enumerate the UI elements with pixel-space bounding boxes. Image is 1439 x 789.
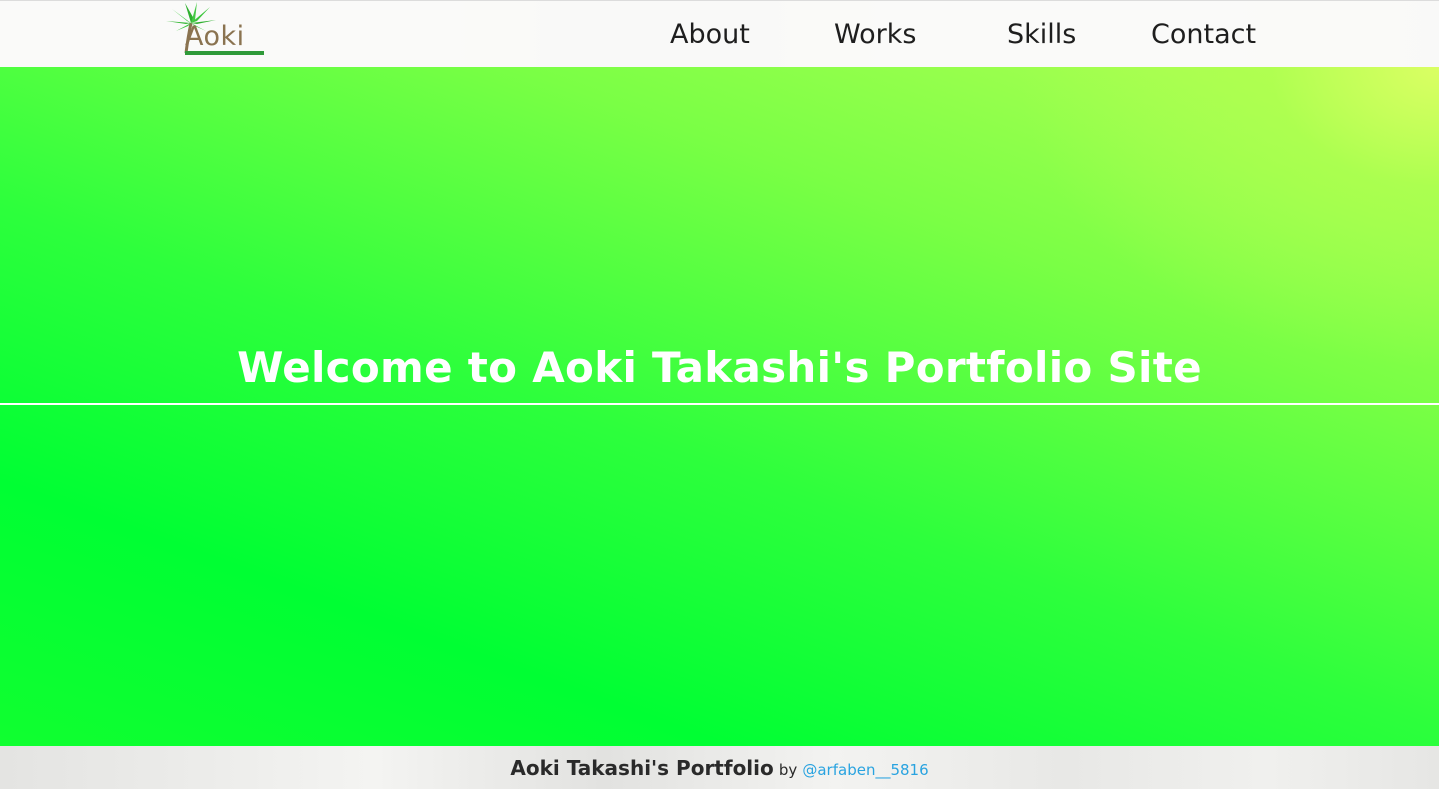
footer-by: by: [778, 761, 798, 779]
site-header: Aoki About Works Skills Contact: [0, 0, 1439, 67]
nav-contact-link[interactable]: Contact: [1151, 14, 1256, 56]
footer-handle-link[interactable]: @arfaben__5816: [802, 761, 928, 779]
nav-works-link[interactable]: Works: [834, 14, 916, 56]
nav-skills-link[interactable]: Skills: [1007, 14, 1076, 56]
nav-about-link[interactable]: About: [670, 14, 750, 56]
logo-wordmark: Aoki: [185, 21, 245, 52]
footer-title: Aoki Takashi's Portfolio: [510, 756, 774, 780]
logo-underline: [185, 51, 264, 55]
site-logo[interactable]: Aoki: [164, 1, 268, 61]
footer-credit: Aoki Takashi's Portfolio by @arfaben__58…: [0, 754, 1439, 784]
hero-title: Welcome to Aoki Takashi's Portfolio Site: [237, 343, 1202, 392]
hero-banner: Welcome to Aoki Takashi's Portfolio Site: [0, 67, 1439, 746]
hero-divider: [0, 403, 1439, 405]
site-footer: Aoki Takashi's Portfolio by @arfaben__58…: [0, 746, 1439, 789]
